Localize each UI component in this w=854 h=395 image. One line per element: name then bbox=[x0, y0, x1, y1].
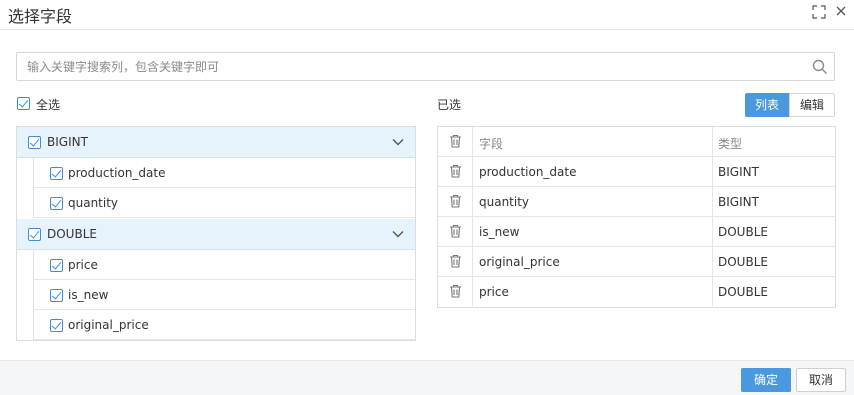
delete-cell bbox=[438, 247, 473, 276]
dialog-title: 选择字段 bbox=[8, 7, 73, 26]
expand-icon[interactable] bbox=[811, 5, 827, 21]
search-box bbox=[16, 52, 835, 81]
select-all-label: 全选 bbox=[36, 98, 61, 112]
delete-cell bbox=[438, 187, 473, 216]
checkbox-checked-icon[interactable] bbox=[50, 167, 63, 180]
search-input[interactable] bbox=[27, 59, 797, 75]
field-type: DOUBLE bbox=[718, 255, 768, 269]
trash-icon[interactable] bbox=[449, 134, 462, 148]
checkbox-checked-icon[interactable] bbox=[50, 197, 63, 210]
checkbox-checked-icon[interactable] bbox=[17, 97, 30, 110]
group-label: BIGINT bbox=[47, 135, 88, 149]
trash-icon[interactable] bbox=[449, 224, 462, 238]
type-cell: DOUBLE bbox=[712, 247, 835, 276]
field-type: BIGINT bbox=[718, 195, 759, 209]
field-name: is_new bbox=[479, 225, 520, 239]
checkbox-checked-icon[interactable] bbox=[28, 228, 41, 241]
selected-title: 已选 bbox=[437, 98, 462, 112]
dialog-footer: 确定 取消 bbox=[0, 360, 854, 395]
type-cell: BIGINT bbox=[712, 157, 835, 186]
field-row-quantity[interactable]: quantity bbox=[33, 188, 415, 218]
field-label: production_date bbox=[68, 166, 166, 180]
cancel-button[interactable]: 取消 bbox=[796, 368, 846, 392]
table-row: production_date BIGINT bbox=[438, 157, 835, 187]
field-type: DOUBLE bbox=[718, 225, 768, 239]
type-cell: DOUBLE bbox=[712, 217, 835, 246]
table-row: quantity BIGINT bbox=[438, 187, 835, 217]
checkbox-checked-icon[interactable] bbox=[50, 259, 63, 272]
group-label: DOUBLE bbox=[47, 227, 97, 241]
field-type: DOUBLE bbox=[718, 285, 768, 299]
field-row-price[interactable]: price bbox=[33, 250, 415, 280]
field-name: production_date bbox=[479, 165, 577, 179]
edit-view-button[interactable]: 编辑 bbox=[789, 93, 835, 117]
chevron-down-icon[interactable] bbox=[391, 227, 405, 241]
selected-fields-table: 字段 类型 production_date BIGINT quantity BI… bbox=[437, 126, 836, 308]
field-row-is-new[interactable]: is_new bbox=[33, 280, 415, 310]
checkbox-checked-icon[interactable] bbox=[50, 319, 63, 332]
delete-cell bbox=[438, 277, 473, 306]
table-row: is_new DOUBLE bbox=[438, 217, 835, 247]
type-cell: DOUBLE bbox=[712, 277, 835, 306]
column-header-type: 类型 bbox=[718, 137, 743, 151]
field-row-production-date[interactable]: production_date bbox=[33, 158, 415, 188]
field-label: price bbox=[68, 258, 98, 272]
table-row: original_price DOUBLE bbox=[438, 247, 835, 277]
confirm-button[interactable]: 确定 bbox=[741, 368, 791, 392]
field-label: original_price bbox=[68, 318, 149, 332]
list-view-button[interactable]: 列表 bbox=[745, 93, 789, 117]
trash-icon[interactable] bbox=[449, 254, 462, 268]
field-group-list: BIGINT production_date quantity DOUBLE p… bbox=[16, 126, 416, 341]
group-row-double[interactable]: DOUBLE bbox=[17, 219, 415, 250]
field-name: original_price bbox=[479, 255, 560, 269]
field-type: BIGINT bbox=[718, 165, 759, 179]
delete-cell bbox=[438, 157, 473, 186]
field-label: quantity bbox=[68, 196, 119, 210]
close-icon[interactable] bbox=[833, 5, 849, 21]
field-row-original-price[interactable]: original_price bbox=[33, 310, 415, 340]
field-name: quantity bbox=[479, 195, 530, 209]
column-header-type-cell: 类型 bbox=[712, 127, 835, 156]
checkbox-checked-icon[interactable] bbox=[28, 136, 41, 149]
type-cell: BIGINT bbox=[712, 187, 835, 216]
trash-icon[interactable] bbox=[449, 194, 462, 208]
trash-icon[interactable] bbox=[449, 284, 462, 298]
checkbox-checked-icon[interactable] bbox=[50, 289, 63, 302]
search-icon[interactable] bbox=[812, 59, 828, 75]
dialog-titlebar: 选择字段 bbox=[0, 0, 854, 30]
table-row: price DOUBLE bbox=[438, 277, 835, 307]
delete-cell bbox=[438, 217, 473, 246]
table-header: 字段 类型 bbox=[438, 127, 835, 157]
group-row-bigint[interactable]: BIGINT bbox=[17, 127, 415, 158]
chevron-down-icon[interactable] bbox=[391, 135, 405, 149]
field-name: price bbox=[479, 285, 509, 299]
trash-icon[interactable] bbox=[449, 164, 462, 178]
delete-all-cell bbox=[438, 127, 473, 156]
column-header-field: 字段 bbox=[479, 137, 504, 151]
field-label: is_new bbox=[68, 288, 109, 302]
